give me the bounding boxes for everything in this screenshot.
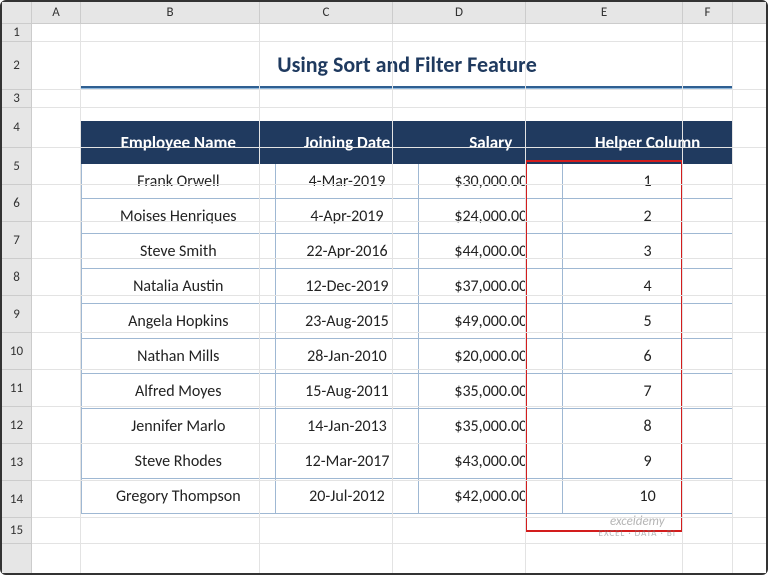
col-header-B[interactable]: B <box>81 2 260 23</box>
watermark-sub: EXCEL · DATA · BI <box>599 529 676 539</box>
cell-helper[interactable]: 3 <box>563 234 733 269</box>
table-row: Moises Henriques4-Apr-2019$24,000.002 <box>82 199 733 234</box>
cell-salary[interactable]: $43,000.00 <box>419 444 563 479</box>
col-header-F[interactable]: F <box>683 2 733 23</box>
row-header-5[interactable]: 5 <box>2 148 31 185</box>
col-header-A[interactable]: A <box>32 2 81 23</box>
cell-salary[interactable]: $30,000.00 <box>419 164 563 199</box>
cell-salary[interactable]: $24,000.00 <box>419 199 563 234</box>
cell-join[interactable]: 15-Aug-2011 <box>275 374 419 409</box>
cell-name[interactable]: Moises Henriques <box>82 199 276 234</box>
cell-join[interactable]: 4-Mar-2019 <box>275 164 419 199</box>
table-row: Jennifer Marlo14-Jan-2013$35,000.008 <box>82 409 733 444</box>
title-cell[interactable]: Using Sort and Filter Feature <box>81 42 733 86</box>
table-row: Frank Orwell4-Mar-2019$30,000.001 <box>82 164 733 199</box>
row-header-1[interactable]: 1 <box>2 24 31 42</box>
cell-helper[interactable]: 9 <box>563 444 733 479</box>
col-header-C[interactable]: C <box>260 2 393 23</box>
row-header-2[interactable]: 2 <box>2 42 31 90</box>
select-all-corner[interactable] <box>2 2 32 23</box>
cell-name[interactable]: Gregory Thompson <box>82 479 276 514</box>
row-header-6[interactable]: 6 <box>2 185 31 222</box>
cell-helper[interactable]: 8 <box>563 409 733 444</box>
cell-salary[interactable]: $37,000.00 <box>419 269 563 304</box>
col-header-D[interactable]: D <box>393 2 526 23</box>
col-header-helper[interactable]: Helper Column <box>563 122 733 164</box>
cell-helper[interactable]: 4 <box>563 269 733 304</box>
cell-name[interactable]: Frank Orwell <box>82 164 276 199</box>
row-header-7[interactable]: 7 <box>2 222 31 259</box>
cell-name[interactable]: Steve Smith <box>82 234 276 269</box>
table-row: Gregory Thompson20-Jul-2012$42,000.0010 <box>82 479 733 514</box>
table-row: Natalia Austin12-Dec-2019$37,000.004 <box>82 269 733 304</box>
row-header-3[interactable]: 3 <box>2 90 31 108</box>
cell-name[interactable]: Steve Rhodes <box>82 444 276 479</box>
data-table-wrap: Employee Name Joining Date Salary Helper… <box>81 121 733 514</box>
cell-name[interactable]: Alfred Moyes <box>82 374 276 409</box>
cell-salary[interactable]: $49,000.00 <box>419 304 563 339</box>
cell-helper[interactable]: 1 <box>563 164 733 199</box>
table-row: Steve Smith22-Apr-2016$44,000.003 <box>82 234 733 269</box>
spreadsheet: ABCDEF 123456789101112131415 Using Sort … <box>2 2 766 573</box>
row-header-11[interactable]: 11 <box>2 370 31 407</box>
data-table: Employee Name Joining Date Salary Helper… <box>81 121 733 514</box>
cell-salary[interactable]: $42,000.00 <box>419 479 563 514</box>
cell-helper[interactable]: 2 <box>563 199 733 234</box>
table-row: Angela Hopkins23-Aug-2015$49,000.005 <box>82 304 733 339</box>
row-header-10[interactable]: 10 <box>2 333 31 370</box>
cell-helper[interactable]: 7 <box>563 374 733 409</box>
cell-join[interactable]: 23-Aug-2015 <box>275 304 419 339</box>
col-header-salary[interactable]: Salary <box>419 122 563 164</box>
watermark: exceldemy EXCEL · DATA · BI <box>599 515 676 539</box>
row-header-8[interactable]: 8 <box>2 259 31 296</box>
cell-area[interactable]: Using Sort and Filter Feature Employee N… <box>32 24 766 573</box>
cell-join[interactable]: 14-Jan-2013 <box>275 409 419 444</box>
cell-helper[interactable]: 5 <box>563 304 733 339</box>
row-header-15[interactable]: 15 <box>2 518 31 544</box>
col-header-E[interactable]: E <box>526 2 683 23</box>
cell-join[interactable]: 12-Dec-2019 <box>275 269 419 304</box>
cell-join[interactable]: 22-Apr-2016 <box>275 234 419 269</box>
cell-salary[interactable]: $35,000.00 <box>419 409 563 444</box>
cell-join[interactable]: 20-Jul-2012 <box>275 479 419 514</box>
row-header-9[interactable]: 9 <box>2 296 31 333</box>
table-header-row: Employee Name Joining Date Salary Helper… <box>82 122 733 164</box>
table-body: Frank Orwell4-Mar-2019$30,000.001Moises … <box>82 164 733 514</box>
cell-salary[interactable]: $44,000.00 <box>419 234 563 269</box>
table-row: Steve Rhodes12-Mar-2017$43,000.009 <box>82 444 733 479</box>
col-header-join[interactable]: Joining Date <box>275 122 419 164</box>
cell-salary[interactable]: $35,000.00 <box>419 374 563 409</box>
cell-join[interactable]: 4-Apr-2019 <box>275 199 419 234</box>
row-header-4[interactable]: 4 <box>2 108 31 148</box>
row-headers: 123456789101112131415 <box>2 24 32 573</box>
row-header-13[interactable]: 13 <box>2 444 31 481</box>
table-row: Alfred Moyes15-Aug-2011$35,000.007 <box>82 374 733 409</box>
row-header-12[interactable]: 12 <box>2 407 31 444</box>
column-headers: ABCDEF <box>2 2 766 24</box>
cell-name[interactable]: Natalia Austin <box>82 269 276 304</box>
col-header-name[interactable]: Employee Name <box>82 122 276 164</box>
cell-helper[interactable]: 10 <box>563 479 733 514</box>
cell-join[interactable]: 12-Mar-2017 <box>275 444 419 479</box>
cell-name[interactable]: Jennifer Marlo <box>82 409 276 444</box>
row-header-14[interactable]: 14 <box>2 481 31 518</box>
page-title: Using Sort and Filter Feature <box>277 51 537 78</box>
cell-name[interactable]: Angela Hopkins <box>82 304 276 339</box>
